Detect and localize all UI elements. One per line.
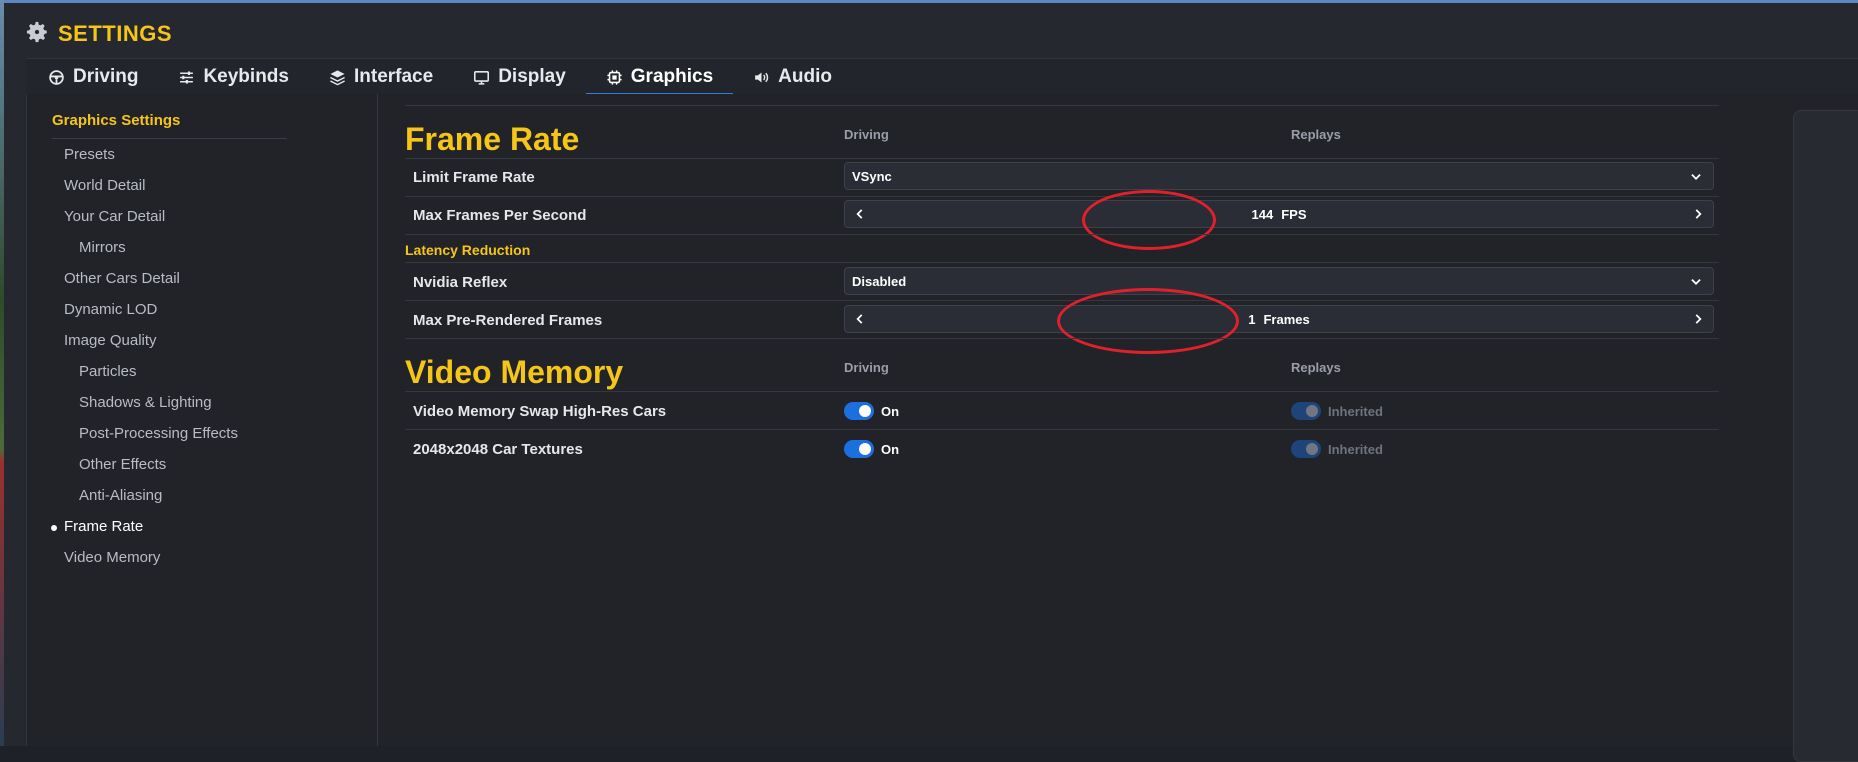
- car-textures-driving-toggle[interactable]: [844, 440, 874, 458]
- replays-column-label: Replays: [1291, 127, 1341, 142]
- tab-label: Display: [498, 66, 566, 87]
- window-title: SETTINGS: [58, 21, 173, 46]
- sliders-icon: [180, 70, 194, 84]
- divider: [405, 196, 1719, 197]
- frames-unit: Frames: [1263, 311, 1310, 327]
- sidebar-item-anti-aliasing[interactable]: Anti-Aliasing: [79, 485, 162, 507]
- divider: [405, 338, 1719, 339]
- tab-audio[interactable]: Audio: [733, 59, 852, 95]
- video-memory-heading: Video Memory: [405, 354, 624, 390]
- swap-high-res-driving-toggle[interactable]: [844, 402, 874, 420]
- max-prerendered-stepper[interactable]: 1 Frames: [844, 305, 1714, 333]
- tab-label: Keybinds: [203, 66, 289, 87]
- divider: [405, 262, 1719, 263]
- divider: [405, 105, 1719, 106]
- max-fps-label: Max Frames Per Second: [413, 207, 587, 224]
- frame-rate-heading: Frame Rate: [405, 121, 580, 157]
- sidebar-item-video-memory[interactable]: Video Memory: [64, 547, 160, 569]
- monitor-icon: [474, 70, 490, 85]
- toggle-state-label: Inherited: [1328, 442, 1383, 457]
- sidebar-item-label: Frame Rate: [64, 518, 144, 535]
- title-bar: SETTINGS: [24, 16, 172, 52]
- frames-value: 1: [1248, 311, 1256, 327]
- speaker-icon: [755, 72, 769, 82]
- chevron-right-icon[interactable]: [1691, 312, 1705, 326]
- sidebar-item-shadows-lighting[interactable]: Shadows & Lighting: [79, 392, 212, 414]
- sidebar-item-your-car-detail[interactable]: Your Car Detail: [64, 206, 165, 228]
- driving-column-label: Driving: [844, 360, 889, 375]
- sidebar-item-world-detail[interactable]: World Detail: [64, 175, 145, 197]
- gear-icon: [24, 19, 50, 50]
- limit-frame-rate-select[interactable]: VSync: [844, 162, 1714, 190]
- sidebar-item-post-processing[interactable]: Post-Processing Effects: [79, 423, 238, 445]
- divider: [405, 391, 1719, 392]
- max-fps-stepper[interactable]: 144 FPS: [844, 200, 1714, 228]
- tab-graphics[interactable]: Graphics: [585, 59, 734, 96]
- stepper-value: 1 Frames: [845, 312, 1713, 327]
- tab-interface[interactable]: Interface: [309, 59, 453, 95]
- sidebar-item-presets[interactable]: Presets: [64, 144, 115, 166]
- latency-reduction-heading: Latency Reduction: [405, 242, 531, 258]
- tab-label: Graphics: [630, 66, 714, 87]
- sidebar-item-mirrors[interactable]: Mirrors: [79, 237, 126, 259]
- max-prerendered-label: Max Pre-Rendered Frames: [413, 312, 603, 329]
- sidebar-item-particles[interactable]: Particles: [79, 361, 137, 383]
- fps-value: 144: [1251, 206, 1274, 222]
- sidebar-item-dynamic-lod[interactable]: Dynamic LOD: [64, 299, 157, 321]
- active-dot: [51, 525, 57, 531]
- limit-frame-rate-label: Limit Frame Rate: [413, 169, 535, 186]
- divider: [405, 158, 1719, 159]
- toggle-state-label: Inherited: [1328, 404, 1383, 419]
- select-value: Disabled: [852, 273, 907, 289]
- sidebar: Graphics Settings Presets World Detail Y…: [27, 94, 378, 746]
- tab-label: Interface: [353, 66, 434, 87]
- replays-column-label: Replays: [1291, 360, 1341, 375]
- fps-unit: FPS: [1281, 206, 1307, 222]
- settings-content: Frame Rate Driving Replays Limit Frame R…: [405, 94, 1725, 746]
- nvidia-reflex-select[interactable]: Disabled: [844, 267, 1714, 295]
- tab-keybinds[interactable]: Keybinds: [158, 59, 309, 95]
- settings-window: SETTINGS Driving Keybinds Interface Disp…: [4, 3, 1858, 762]
- toggle-state-label: On: [881, 404, 900, 419]
- divider: [405, 300, 1719, 301]
- sidebar-title: Graphics Settings: [52, 112, 287, 139]
- sidebar-item-other-effects[interactable]: Other Effects: [79, 454, 166, 476]
- tab-bar: Driving Keybinds Interface Display Graph…: [26, 58, 1858, 96]
- stepper-value: 144 FPS: [845, 207, 1713, 222]
- car-textures-label: 2048x2048 Car Textures: [413, 441, 583, 458]
- chevron-down-icon: [1691, 279, 1701, 285]
- nvidia-reflex-label: Nvidia Reflex: [413, 274, 508, 291]
- sidebar-item-image-quality[interactable]: Image Quality: [64, 330, 157, 352]
- tab-label: Audio: [778, 66, 832, 87]
- chevron-right-icon[interactable]: [1691, 207, 1705, 221]
- tab-label: Driving: [73, 66, 139, 87]
- divider: [405, 429, 1719, 430]
- toggle-state-label: On: [881, 442, 900, 457]
- tab-driving[interactable]: Driving: [26, 59, 158, 95]
- sidebar-item-other-cars-detail[interactable]: Other Cars Detail: [64, 268, 180, 290]
- steering-wheel-icon: [49, 69, 64, 85]
- tab-display[interactable]: Display: [453, 59, 586, 95]
- swap-high-res-replays-toggle[interactable]: [1291, 402, 1321, 420]
- car-textures-replays-toggle[interactable]: [1291, 440, 1321, 458]
- chip-icon: [607, 69, 622, 85]
- divider: [405, 234, 1719, 235]
- chevron-down-icon: [1691, 174, 1701, 180]
- swap-high-res-label: Video Memory Swap High-Res Cars: [413, 403, 667, 420]
- sidebar-item-frame-rate[interactable]: Frame Rate: [51, 516, 144, 538]
- select-value: VSync: [852, 168, 892, 184]
- driving-column-label: Driving: [844, 127, 889, 142]
- right-side-panel: [1793, 110, 1858, 762]
- layers-icon: [330, 69, 345, 85]
- settings-panel: Graphics Settings Presets World Detail Y…: [26, 94, 1858, 746]
